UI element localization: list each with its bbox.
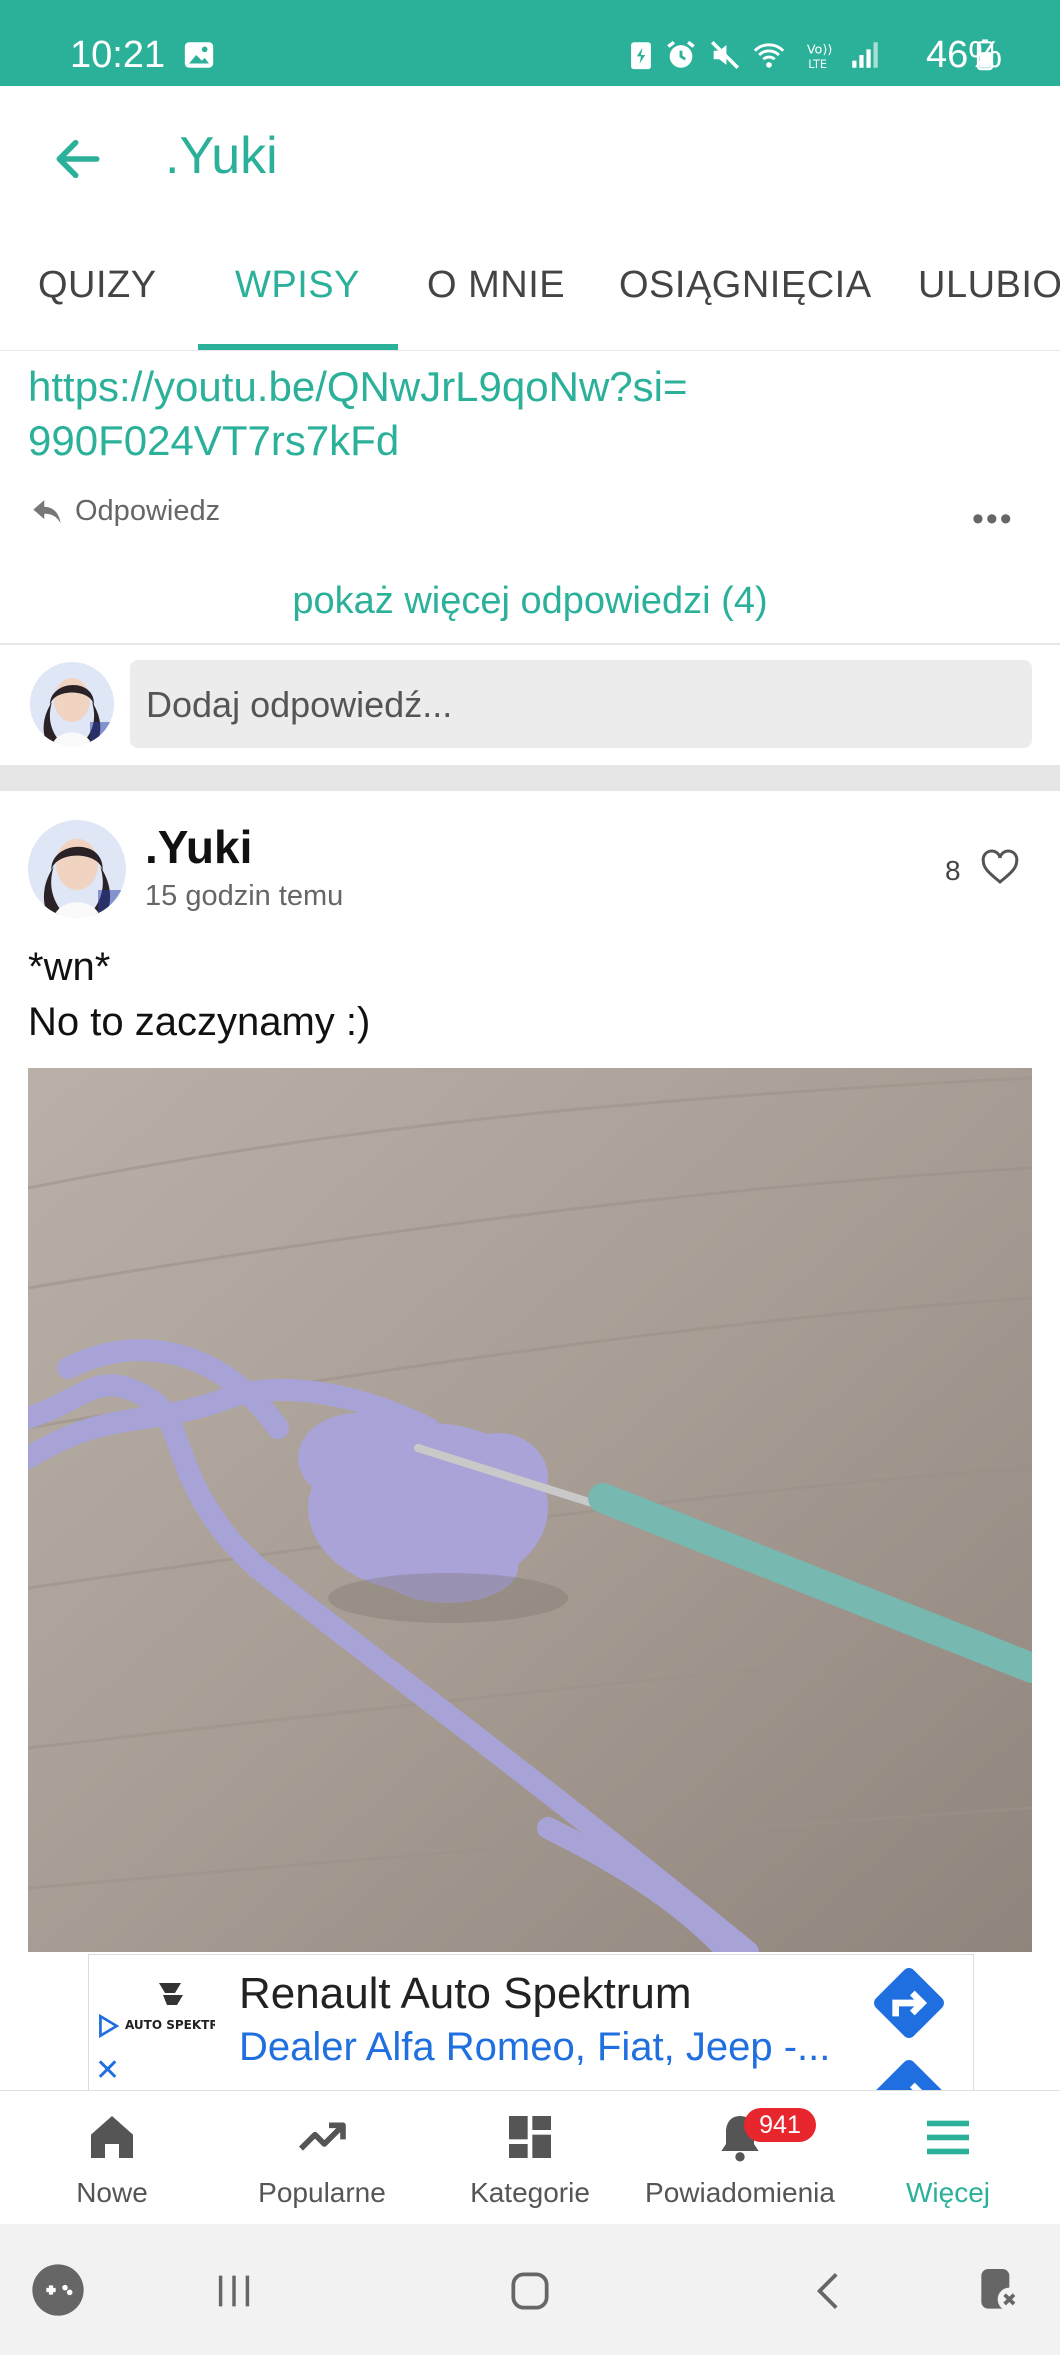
ad-choices-icon[interactable]	[95, 2013, 121, 2039]
alarm-icon	[667, 40, 695, 68]
tab-ulubione[interactable]: ULUBIO	[918, 264, 1060, 307]
battery-icon	[976, 39, 994, 71]
ad-logo: AUTO SPEKTRUM	[125, 1977, 240, 2047]
active-tab-indicator	[198, 344, 398, 350]
directions-icon[interactable]	[869, 2055, 949, 2092]
section-separator	[0, 765, 1060, 791]
show-more-replies[interactable]: pokaż więcej odpowiedzi (4)	[0, 580, 1060, 623]
svg-text:LTE: LTE	[808, 57, 827, 71]
image-icon	[184, 42, 214, 68]
reply-button[interactable]: Odpowiedz	[75, 495, 220, 528]
profile-title: .Yuki	[165, 127, 278, 185]
nav-nowe[interactable]: Nowe	[6, 2091, 218, 2225]
volte-icon: Vo))LTE	[807, 43, 832, 71]
grid-icon	[509, 2116, 551, 2158]
comment-link-line1[interactable]: https://youtu.be/QNwJrL9qoNw?si=	[28, 360, 1008, 414]
menu-icon	[927, 2120, 969, 2155]
ad-title[interactable]: Renault Auto Spektrum	[239, 1969, 691, 2019]
recent-apps-icon[interactable]	[210, 2268, 258, 2314]
status-bar: 10:21 Vo)) LTE 46%	[0, 0, 1060, 86]
ad-logo-text: AUTO SPEKTRUM	[125, 2018, 215, 2032]
accessibility-icon[interactable]	[972, 2262, 1028, 2318]
nav-popularne[interactable]: Popularne	[216, 2091, 428, 2225]
comment-link[interactable]: https://youtu.be/QNwJrL9qoNw?si= 990F024…	[28, 360, 1008, 468]
ad-banner[interactable]: ✕ AUTO SPEKTRUM Renault Auto Spektrum De…	[88, 1954, 974, 2092]
tab-quizy[interactable]: QUIZY	[38, 264, 157, 307]
post-author-avatar[interactable]	[28, 820, 126, 918]
game-launcher-icon[interactable]	[30, 2262, 86, 2318]
trending-icon	[299, 2122, 346, 2151]
wifi-icon	[753, 43, 785, 68]
nav-label: Więcej	[905, 2177, 990, 2208]
status-time: 10:21	[70, 34, 166, 76]
like-count: 8	[945, 855, 961, 886]
divider	[0, 643, 1060, 645]
tab-osiagniecia[interactable]: OSIĄGNIĘCIA	[619, 264, 872, 307]
back-arrow-icon[interactable]	[50, 131, 106, 187]
nav-label: Popularne	[258, 2177, 386, 2208]
post-author-name[interactable]: .Yuki	[145, 820, 252, 874]
notification-badge: 941	[744, 2108, 816, 2142]
comment-link-line2[interactable]: 990F024VT7rs7kFd	[28, 414, 1008, 468]
more-options-icon[interactable]: •••	[972, 500, 1014, 539]
reply-input[interactable]: Dodaj odpowiedź...	[130, 660, 1032, 748]
nav-label: Nowe	[76, 2177, 148, 2208]
svg-text:Vo)): Vo))	[807, 43, 832, 58]
profile-tabs: QUIZY WPISY O MNIE OSIĄGNIĘCIA ULUBIO	[0, 226, 1060, 351]
tab-o-mnie[interactable]: O MNIE	[427, 264, 565, 307]
home-icon	[91, 2116, 133, 2158]
tab-wpisy[interactable]: WPISY	[235, 264, 360, 307]
nav-wiecej[interactable]: Więcej	[842, 2091, 1054, 2225]
post-photo[interactable]	[28, 1068, 1032, 1952]
ad-close-icon[interactable]: ✕	[95, 2053, 120, 2088]
system-navigation-bar	[0, 2224, 1060, 2355]
heart-icon[interactable]	[980, 848, 1020, 886]
signal-icon	[852, 42, 878, 68]
nav-kategorie[interactable]: Kategorie	[424, 2091, 636, 2225]
avatar	[30, 662, 114, 746]
back-button-icon[interactable]	[805, 2266, 855, 2316]
post-timestamp: 15 godzin temu	[145, 880, 344, 912]
battery-saver-icon	[631, 42, 651, 70]
post-text-line: *wn*	[28, 945, 111, 989]
app-bar: .Yuki	[0, 86, 1060, 226]
nav-powiadomienia[interactable]: Powiadomienia	[634, 2091, 846, 2225]
directions-icon[interactable]	[869, 1963, 949, 2043]
reply-icon[interactable]	[30, 496, 64, 526]
bottom-navigation: Nowe Popularne Kategorie Powiadomienia W…	[0, 2090, 1060, 2225]
nav-label: Kategorie	[470, 2177, 590, 2208]
home-button-icon[interactable]	[505, 2266, 555, 2316]
post-text-line: No to zaczynamy :)	[28, 1000, 371, 1044]
mute-icon	[710, 40, 740, 70]
ad-subtitle[interactable]: Dealer Alfa Romeo, Fiat, Jeep -...	[239, 2025, 830, 2070]
reply-input-placeholder: Dodaj odpowiedź...	[146, 684, 453, 725]
nav-label: Powiadomienia	[645, 2177, 835, 2208]
